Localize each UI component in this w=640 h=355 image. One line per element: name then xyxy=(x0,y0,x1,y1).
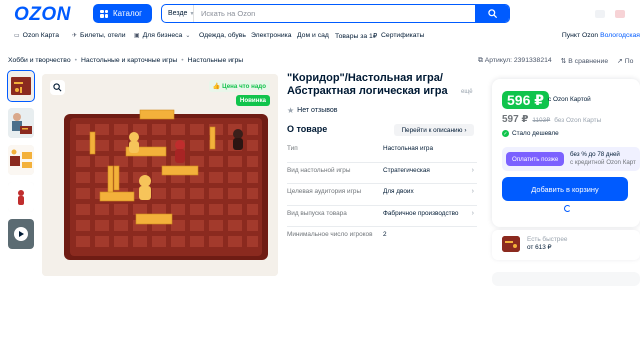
image-badges: 👍 Цена что надо Новинка xyxy=(208,80,270,106)
nav-item-certificates[interactable]: Сертификаты xyxy=(381,32,424,39)
thumb-up-icon: 👍 xyxy=(212,83,221,90)
spec-row: Вид настольной игры Стратегическая › xyxy=(287,163,477,184)
reviews-summary[interactable]: ★ Нет отзывов xyxy=(287,106,337,115)
to-description-button[interactable]: Перейти к описанию › xyxy=(394,124,474,136)
breadcrumb-item[interactable]: Настольные и карточные игры xyxy=(81,57,177,64)
faster-delivery-text: Есть быстрее от 613 ₽ xyxy=(527,236,568,251)
thumbnail[interactable] xyxy=(7,70,35,102)
breadcrumb: Хобби и творчество • Настольные и карточ… xyxy=(8,57,243,64)
briefcase-icon: ▣ xyxy=(134,33,140,39)
old-price: 1103₽ xyxy=(532,117,551,124)
faster-thumbnail xyxy=(502,236,520,252)
video-thumbnail[interactable] xyxy=(8,219,34,249)
compare-button[interactable]: ⇅ В сравнение xyxy=(561,57,608,65)
loading-spinner xyxy=(564,205,571,212)
price-dropped: ✓ Стало дешевле xyxy=(502,130,559,137)
nav-item-ozon-card[interactable]: ▭ Ozon Карта xyxy=(14,32,59,39)
thumbnail[interactable] xyxy=(8,182,34,212)
regular-price: 597 ₽ xyxy=(502,114,529,125)
chevron-right-icon: › xyxy=(464,126,467,134)
chevron-right-icon[interactable]: › xyxy=(472,210,474,217)
search-bar: Везде ▼ xyxy=(161,4,510,23)
about-heading: О товаре xyxy=(287,124,328,134)
title-more-link[interactable]: ещё xyxy=(461,89,473,95)
chevron-right-icon[interactable]: › xyxy=(472,188,474,195)
search-button[interactable] xyxy=(475,5,509,22)
card-icon: ▭ xyxy=(14,33,20,39)
compare-icon: ⇅ xyxy=(560,58,567,65)
chevron-right-icon[interactable]: › xyxy=(472,167,474,174)
spec-row: Минимальное число игроков 2 xyxy=(287,231,387,238)
add-to-cart-button[interactable]: Добавить в корзину xyxy=(502,177,628,201)
faster-delivery-card[interactable]: Есть быстрее от 613 ₽ xyxy=(492,230,640,260)
pay-later-terms: без % до 78 дней с кредитной Ozon Карт xyxy=(570,151,636,166)
header-action-placeholder[interactable] xyxy=(595,10,605,18)
header-actions xyxy=(595,10,635,18)
loading-placeholder xyxy=(492,272,640,286)
chevron-down-icon: ⌄ xyxy=(185,33,191,39)
card-price: 596 ₽ xyxy=(502,91,549,109)
search-icon xyxy=(487,9,497,18)
spec-row: Вид выпуска товара Фабричное производств… xyxy=(287,206,477,227)
copy-icon: ⧉ xyxy=(478,57,483,64)
grid-icon xyxy=(100,9,108,18)
top-nav: ▭ Ozon Карта ✈ Билеты, отели ▣ Для бизне… xyxy=(0,32,640,44)
nav-item-clothes[interactable]: Одежда, обувь xyxy=(199,32,246,39)
nav-item-home[interactable]: Дом и сад xyxy=(297,32,329,39)
play-icon xyxy=(14,227,28,241)
image-thumbnails xyxy=(7,70,35,256)
pay-later-button[interactable]: Оплатить позже xyxy=(506,152,565,166)
good-price-badge: 👍 Цена что надо xyxy=(208,80,270,92)
header: OZON Каталог Везде ▼ xyxy=(0,0,640,28)
regular-price-row: 597 ₽ 1103₽ без Ozon Карты xyxy=(502,114,601,125)
nav-item-tickets[interactable]: ✈ Билеты, отели xyxy=(72,32,126,39)
pickup-location[interactable]: Пункт Ozon Вологодская xyxy=(562,32,640,39)
breadcrumb-item[interactable]: Настольные игры xyxy=(188,57,244,64)
spec-row: Тип Настольная игра xyxy=(287,141,477,163)
nav-item-one-ruble[interactable]: Товары за 1₽ xyxy=(335,32,377,40)
spec-list: Тип Настольная игра Вид настольной игры … xyxy=(287,141,477,254)
search-input[interactable] xyxy=(194,5,475,22)
product-main-image[interactable]: 👍 Цена что надо Новинка xyxy=(42,74,278,276)
catalog-button[interactable]: Каталог xyxy=(93,4,152,23)
pay-later-block: Оплатить позже без % до 78 дней с кредит… xyxy=(502,147,640,171)
nav-item-electronics[interactable]: Электроника xyxy=(251,32,292,39)
breadcrumb-separator: • xyxy=(181,57,184,64)
thumbnail[interactable] xyxy=(8,145,34,175)
without-card-label: без Ozon Карты xyxy=(554,117,602,124)
check-icon: ✓ xyxy=(502,130,509,137)
nav-item-business[interactable]: ▣ Для бизнеса ⌄ xyxy=(134,32,190,39)
zoom-button[interactable] xyxy=(50,80,65,95)
card-price-label: c Ozon Картой xyxy=(548,96,591,103)
zoom-icon xyxy=(53,83,62,92)
breadcrumb-item[interactable]: Хобби и творчество xyxy=(8,57,71,64)
header-action-placeholder[interactable] xyxy=(615,10,625,18)
thumbnail[interactable] xyxy=(8,108,34,138)
breadcrumb-separator: • xyxy=(74,57,77,64)
ozon-logo[interactable]: OZON xyxy=(14,4,71,26)
catalog-label: Каталог xyxy=(113,9,143,18)
spec-row: Целевая аудитория игры Для двоих › xyxy=(287,184,477,206)
new-badge: Новинка xyxy=(235,95,270,106)
product-title: "Коридор"/Настольная игра/ Абстрактная л… xyxy=(287,72,448,97)
product-meta: ⧉ Артикул: 2391338214 ⇅ В сравнение ↗ По xyxy=(478,57,633,65)
share-icon: ↗ xyxy=(617,58,623,65)
search-scope-select[interactable]: Везде ▼ xyxy=(162,5,194,22)
sku-label[interactable]: ⧉ Артикул: 2391338214 xyxy=(478,57,552,65)
plane-icon: ✈ xyxy=(72,33,78,39)
star-icon: ★ xyxy=(287,106,295,115)
share-button[interactable]: ↗ По xyxy=(617,57,633,65)
